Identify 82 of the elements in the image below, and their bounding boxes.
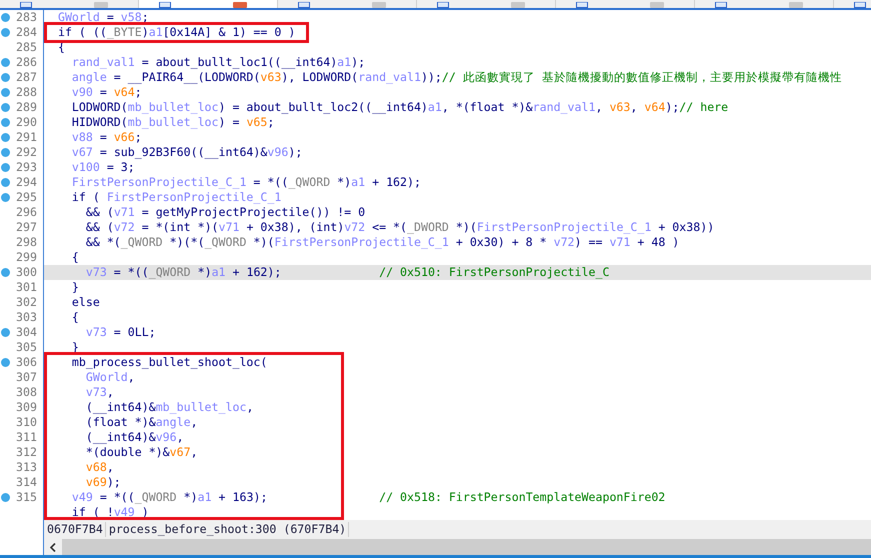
document-icon — [715, 2, 727, 8]
document-icon — [437, 2, 449, 8]
code-line: v49 = *((_QWORD *)a1 + 163); // 0x518: FirstPersonTemplateWeaponFire02 — [70, 490, 666, 505]
line-number: 312 — [16, 445, 37, 460]
line-number: 310 — [16, 415, 37, 430]
code-line: rand_val1 = about_bullt_loc1((__int64)a1); — [70, 55, 366, 70]
code-line: v67 = sub_92B3F60((__int64)&v96); — [70, 145, 304, 160]
line-number: 285 — [16, 40, 37, 55]
code-line: { — [70, 250, 80, 265]
code-line: && *(_QWORD *)(*(_QWORD *)(FirstPersonProjectile_C_1 + 0x30) + 8 * v72) == v71 + 48 ) — [84, 235, 680, 250]
close-icon — [233, 2, 247, 8]
close-icon — [94, 2, 108, 8]
status-address: 0670F7B4 — [44, 522, 106, 537]
code-line: && (v72 = *(int *)(v71 + 0x38), (int)v72 <= *(_DWORD *)(FirstPersonProjectile_C_1 + 0x38)) — [84, 220, 716, 235]
code-line: (float *)&angle, — [84, 415, 199, 430]
close-icon — [650, 2, 664, 8]
line-number: 298 — [16, 235, 37, 250]
line-number: 296 — [16, 205, 37, 220]
line-number: 314 — [16, 475, 37, 490]
line-number: 311 — [16, 430, 37, 445]
code-line: FirstPersonProjectile_C_1 = *((_QWORD *)a1 + 162); — [70, 175, 422, 190]
line-number: 315 — [16, 490, 37, 505]
document-icon — [298, 2, 310, 8]
line-number: 305 — [16, 340, 37, 355]
line-number: 301 — [16, 280, 37, 295]
chevron-left-icon — [50, 542, 56, 552]
code-line: (__int64)&mb_bullet_loc, — [84, 400, 254, 415]
close-icon — [372, 2, 386, 8]
document-icon — [20, 2, 32, 8]
line-number: 292 — [16, 145, 37, 160]
line-number: 287 — [16, 70, 37, 85]
line-number: 307 — [16, 370, 37, 385]
line-number: 288 — [16, 85, 37, 100]
code-line: v90 = v64; — [70, 85, 143, 100]
line-number: 286 — [16, 55, 37, 70]
code-line: (__int64)&v96, — [84, 430, 185, 445]
horizontal-scrollbar[interactable] — [44, 539, 871, 555]
code-line: if ( !v49 ) — [70, 505, 150, 520]
line-number: 293 — [16, 160, 37, 175]
code-line: v68, — [84, 460, 115, 475]
line-number: 291 — [16, 130, 37, 145]
line-number: 289 — [16, 100, 37, 115]
code-line: *(double *)&v67, — [84, 445, 199, 460]
line-number: 313 — [16, 460, 37, 475]
line-number: 294 — [16, 175, 37, 190]
code-line: v69); — [84, 475, 122, 490]
editor-tab[interactable] — [139, 0, 278, 8]
document-icon — [576, 2, 588, 8]
code-line: angle = __PAIR64__(LODWORD(v63), LODWORD(rand_val1));// 此函數實現了 基於隨機擾動的數值修正機制，主要用於模擬帶有隨機性 — [70, 70, 843, 85]
line-number: 283 — [16, 10, 37, 25]
status-location: process_before_shoot:300 (670F7B4) — [106, 522, 350, 537]
scroll-left-button[interactable] — [44, 539, 62, 555]
code-line: } — [70, 280, 80, 295]
document-icon — [854, 2, 866, 8]
code-line: else — [70, 295, 101, 310]
line-number: 290 — [16, 115, 37, 130]
code-line: v100 = 3; — [70, 160, 136, 175]
document-icon — [159, 2, 171, 8]
code-line: v88 = v66; — [70, 130, 143, 145]
line-number: 300 — [16, 265, 37, 280]
code-line: if ( ((_BYTE)a1[0x14A] & 1) == 0 ) — [56, 25, 296, 40]
close-icon — [511, 2, 525, 8]
code-line: && (v71 = getMyProjectProjectile()) != 0 — [84, 205, 366, 220]
code-line: LODWORD(mb_bullet_loc) = about_bullt_loc2((__int64)a1, *(float *)&rand_val1, v63, v64);// here — [70, 100, 730, 115]
line-number: 303 — [16, 310, 37, 325]
code-line: v73, — [84, 385, 115, 400]
close-icon — [789, 2, 803, 8]
line-number: 295 — [16, 190, 37, 205]
line-number: 309 — [16, 400, 37, 415]
line-number: 284 — [16, 25, 37, 40]
code-line: GWorld, — [84, 370, 136, 385]
code-line: HIDWORD(mb_bullet_loc) = v65; — [70, 115, 276, 130]
code-line: { — [70, 310, 80, 325]
code-line: v73 = 0LL; — [84, 325, 157, 340]
line-number: 299 — [16, 250, 37, 265]
line-number: 306 — [16, 355, 37, 370]
line-number: 308 — [16, 385, 37, 400]
code-line: if ( FirstPersonProjectile_C_1 — [70, 190, 282, 205]
line-number: 302 — [16, 295, 37, 310]
line-number: 304 — [16, 325, 37, 340]
code-line: mb_process_bullet_shoot_loc( — [70, 355, 268, 370]
line-number: 297 — [16, 220, 37, 235]
